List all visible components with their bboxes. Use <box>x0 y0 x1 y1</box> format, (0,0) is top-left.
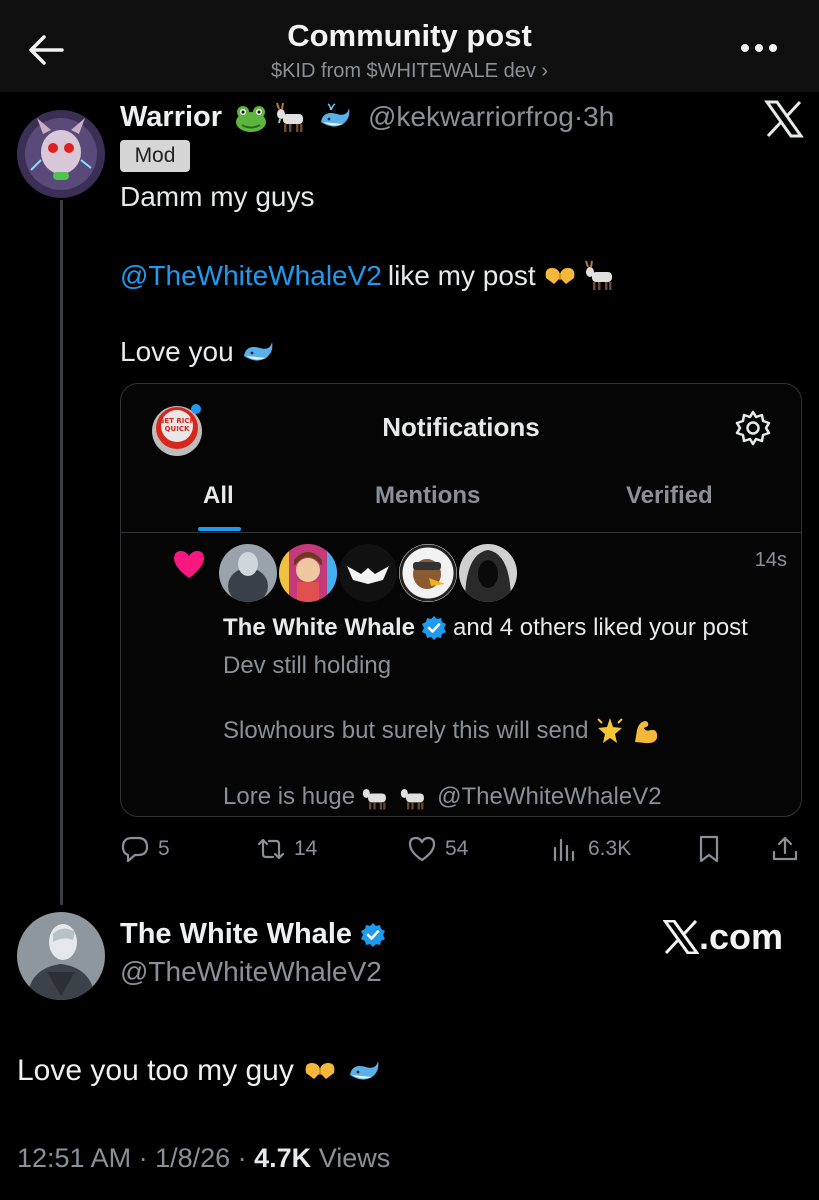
divider <box>121 532 801 533</box>
repost-icon <box>257 838 285 860</box>
verified-badge-icon <box>361 922 385 947</box>
bookmark-icon <box>699 835 719 863</box>
thread-line <box>60 200 63 905</box>
whale-emoji-icon <box>321 103 350 127</box>
quoted-line-1: Dev still holding <box>223 652 392 679</box>
bookmark-button[interactable] <box>694 834 724 864</box>
heart-hands-emoji-icon <box>305 1063 335 1079</box>
post-line-2-text: like my post <box>387 260 536 291</box>
post-time: 3h <box>583 101 615 132</box>
share-icon <box>772 836 798 861</box>
post-line-3: Love you <box>120 334 276 370</box>
reply-icon <box>121 836 149 863</box>
time-separator: · <box>573 101 584 132</box>
mention-link[interactable]: @TheWhiteWhaleV2 <box>120 260 382 292</box>
notifications-title: Notifications <box>382 412 540 442</box>
heart-hands-emoji-icon <box>545 268 575 284</box>
views-count[interactable]: 4.7K <box>254 1143 311 1173</box>
tab-verified: Verified <box>626 482 713 509</box>
share-button[interactable] <box>770 834 800 864</box>
reply-text: Love you too my guy <box>17 1053 382 1089</box>
reply-author-name: The White Whale <box>120 918 352 950</box>
x-logo-icon <box>662 920 699 954</box>
frog-emoji-icon <box>236 106 266 132</box>
like-summary: The White Whale and 4 others liked your … <box>223 614 748 642</box>
post-line-3-text: Love you <box>120 336 234 367</box>
repost-count: 14 <box>294 837 318 860</box>
views-button[interactable]: 6.3K <box>550 834 631 864</box>
reply-count: 5 <box>158 837 170 860</box>
active-tab-indicator <box>198 527 241 531</box>
community-link[interactable]: $KID from $WHITEWALE dev › <box>0 60 819 83</box>
reply-author[interactable]: The White Whale <box>120 918 386 951</box>
like-summary-text: and 4 others liked your post <box>453 614 748 641</box>
gear-icon <box>735 410 771 446</box>
handle-text: @kekwarriorfrog <box>368 101 574 132</box>
like-button[interactable]: 54 <box>407 834 468 864</box>
quoted-line-2-text: Slowhours but surely this will send <box>223 717 589 744</box>
avatar <box>219 544 277 602</box>
reply-text-content: Love you too my guy <box>17 1054 294 1087</box>
quoted-line-3-text: Lore is huge <box>223 783 356 810</box>
author-handle[interactable]: @kekwarriorfrog·3h <box>368 101 614 133</box>
verified-badge-icon <box>422 616 446 640</box>
avatar <box>339 544 397 602</box>
goat-emoji-icon <box>584 260 612 290</box>
author-name[interactable]: Warrior <box>120 101 222 134</box>
post-line-2: @TheWhiteWhaleV2 like my post <box>120 258 620 294</box>
goat-emoji-icon <box>276 102 303 132</box>
post-line-1: Damm my guys <box>120 181 315 212</box>
avatar <box>459 544 517 602</box>
avatar-white-whale[interactable] <box>17 912 105 1000</box>
goat-emoji-icon <box>362 789 386 810</box>
avatar-warrior[interactable] <box>17 110 105 198</box>
repost-button[interactable]: 14 <box>256 834 317 864</box>
timestamp: 12:51 AM · 1/8/26 · <box>17 1143 255 1173</box>
reply-button[interactable]: 5 <box>120 834 170 864</box>
x-logo-icon <box>764 100 804 138</box>
heart-icon <box>408 836 436 862</box>
reply-handle[interactable]: @TheWhiteWhaleV2 <box>120 956 382 988</box>
quoted-mention: @TheWhiteWhaleV2 <box>437 783 662 810</box>
liker-avatars <box>219 544 517 602</box>
like-count: 54 <box>445 837 469 860</box>
page-title: Community post <box>287 18 532 53</box>
top-bar: Community post $KID from $WHITEWALE dev … <box>0 0 819 92</box>
tab-mentions: Mentions <box>375 482 481 509</box>
whale-emoji-icon <box>349 1061 379 1080</box>
whale-emoji-icon <box>243 342 273 361</box>
brand-domain: .com <box>698 916 783 957</box>
post-action-bar: 5 14 54 6.3K <box>120 834 810 866</box>
name-emojis <box>233 100 353 136</box>
views-label: Views <box>311 1143 391 1173</box>
more-options-icon[interactable] <box>739 38 779 58</box>
avatar <box>279 544 337 602</box>
avatar <box>399 544 457 602</box>
quoted-line-3: Lore is huge @TheWhiteWhaleV2 <box>223 781 662 813</box>
mod-badge: Mod <box>120 140 190 172</box>
tab-all: All <box>203 482 234 509</box>
x-com-logo: .com <box>662 916 783 958</box>
view-count: 6.3K <box>588 837 632 860</box>
goat-emoji-icon <box>400 789 424 810</box>
embedded-image-card[interactable]: GET RICH QUICK Notifications All Mention… <box>120 383 802 817</box>
flexed-biceps-emoji-icon <box>634 721 657 744</box>
quoted-line-2: Slowhours but surely this will send <box>223 716 661 746</box>
liker-name: The White Whale <box>223 614 415 641</box>
glowing-star-emoji-icon <box>596 718 623 743</box>
analytics-icon <box>553 838 575 862</box>
post-metadata: 12:51 AM · 1/8/26 · 4.7K Views <box>17 1143 390 1174</box>
heart-filled-icon <box>174 551 204 578</box>
notification-time: 14s <box>754 549 787 571</box>
